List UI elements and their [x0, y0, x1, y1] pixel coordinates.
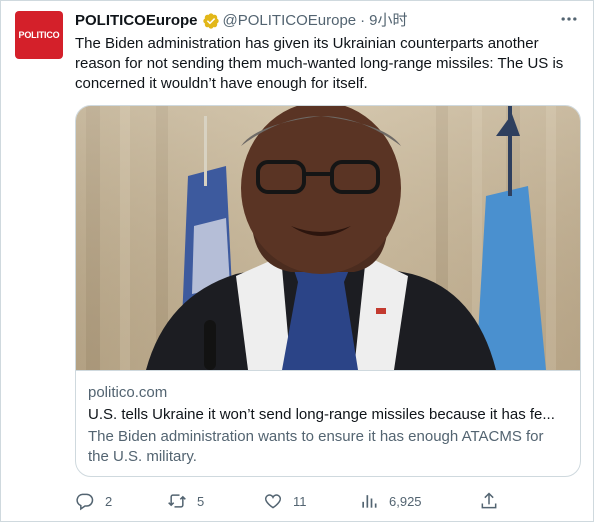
share-button[interactable] [479, 489, 499, 513]
like-button[interactable]: 11 [263, 489, 307, 513]
link-card[interactable]: politico.com U.S. tells Ukraine it won’t… [75, 105, 581, 477]
action-bar: 2 5 11 6,925 [75, 489, 505, 513]
card-domain: politico.com [88, 384, 168, 401]
tweet-timestamp[interactable]: 9小时 [369, 11, 407, 31]
reply-icon [76, 493, 94, 511]
reply-count: 2 [105, 493, 113, 509]
share-icon [481, 492, 497, 509]
separator-dot: · [360, 12, 366, 29]
author-handle[interactable]: @POLITICOEurope [223, 11, 357, 31]
card-title: U.S. tells Ukraine it won’t send long-ra… [88, 406, 555, 423]
reply-button[interactable]: 2 [75, 489, 112, 513]
tweet[interactable]: POLITICO POLITICOEurope @POLITICOEurope … [0, 0, 594, 522]
avatar-logo-text: POLITICO [18, 30, 60, 40]
card-description: The Biden administration wants to ensure… [88, 428, 544, 465]
view-count: 6,925 [389, 493, 422, 509]
card-body: politico.com U.S. tells Ukraine it won’t… [76, 370, 580, 476]
card-image [76, 106, 580, 370]
tweet-text: The Biden administration has given its U… [75, 35, 564, 92]
views-icon [362, 495, 377, 508]
like-icon [264, 494, 282, 509]
author-name[interactable]: POLITICOEurope [75, 11, 198, 31]
retweet-button[interactable]: 5 [167, 489, 204, 513]
more-icon[interactable] [559, 9, 579, 29]
views-button[interactable]: 6,925 [359, 489, 422, 513]
retweet-icon [168, 494, 186, 508]
avatar[interactable]: POLITICO [15, 11, 63, 59]
like-count: 11 [293, 493, 307, 509]
retweet-count: 5 [197, 493, 205, 509]
tweet-header: POLITICOEurope @POLITICOEurope · 9小时 [75, 11, 407, 31]
verified-badge-icon[interactable] [202, 12, 220, 30]
